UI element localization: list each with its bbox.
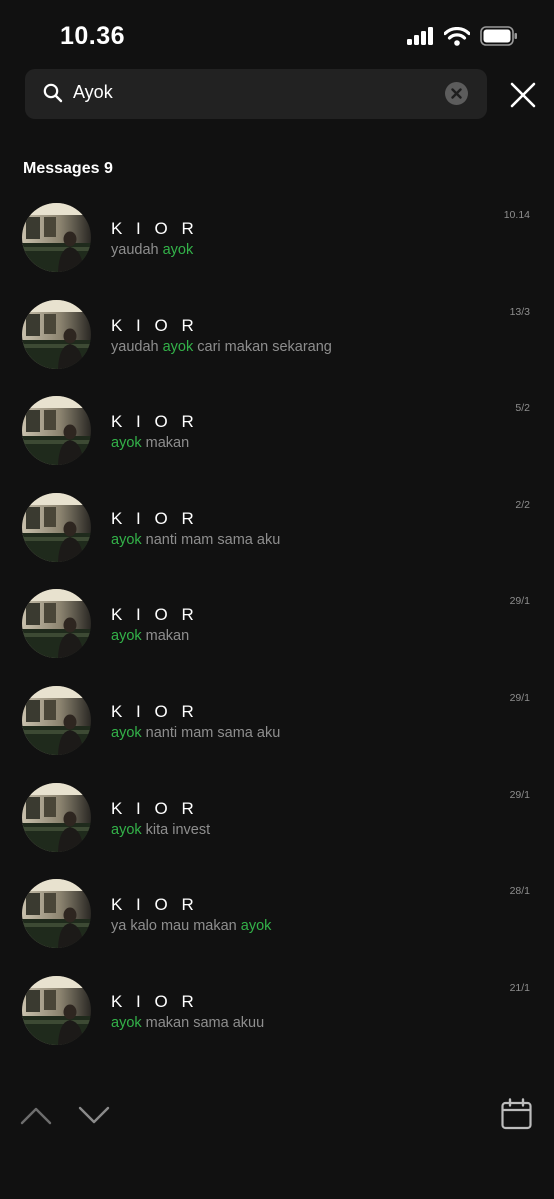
message-preview: ya kalo mau makan ayok — [111, 918, 271, 934]
contact-name: K I O R — [111, 315, 199, 335]
avatar — [22, 782, 91, 852]
preview-text: makan sama akuu — [141, 1014, 265, 1031]
calendar-icon — [500, 1098, 533, 1135]
avatar — [22, 589, 91, 659]
contact-name: K I O R — [111, 991, 199, 1011]
message-date: 13/3 — [509, 305, 530, 318]
contact-name: K I O R — [111, 508, 199, 528]
avatar — [22, 879, 91, 949]
previous-result-button[interactable] — [20, 1104, 52, 1126]
message-date: 29/1 — [509, 788, 530, 801]
message-date: 29/1 — [509, 692, 530, 704]
status-icons — [407, 26, 518, 51]
clear-search-button[interactable] — [445, 82, 468, 105]
avatar — [22, 975, 91, 1045]
message-result-item[interactable]: K I O R ya kalo mau makan ayok 28/1 — [0, 879, 554, 975]
preview-text: nanti mam sama aku — [141, 725, 281, 741]
avatar — [22, 396, 91, 466]
preview-text: makan — [141, 435, 190, 452]
message-date: 28/1 — [509, 885, 530, 898]
message-result-item[interactable]: K I O R ayok makan 5/2 — [0, 396, 554, 492]
preview-text: ya kalo mau makan — [111, 918, 241, 935]
message-date: 10.14 — [503, 209, 530, 221]
message-result-item[interactable]: K I O R ayok nanti mam sama aku 29/1 — [0, 686, 554, 782]
search-match-highlight: ayok — [240, 918, 272, 935]
preview-text: yaudah — [111, 242, 163, 258]
message-result-item[interactable]: K I O R ayok makan sama akuu 21/1 — [0, 975, 554, 1072]
avatar — [22, 299, 91, 369]
contact-name: K I O R — [111, 798, 199, 818]
contact-name: K I O R — [111, 702, 199, 721]
section-title: Messages 9 — [23, 160, 113, 177]
message-date: 21/1 — [509, 981, 530, 994]
message-result-item[interactable]: K I O R yaudah ayok 10.14 — [0, 203, 554, 299]
preview-text: kita invest — [141, 821, 211, 838]
message-preview: yaudah ayok — [111, 242, 193, 258]
avatar — [22, 203, 91, 272]
message-date: 5/2 — [515, 402, 530, 415]
battery-icon — [480, 26, 518, 51]
search-match-highlight: ayok — [162, 242, 194, 258]
status-bar: 10.36 — [0, 0, 554, 60]
status-time: 10.36 — [60, 22, 126, 50]
avatar — [22, 686, 91, 755]
cellular-signal-icon — [407, 27, 434, 50]
search-match-highlight: ayok — [111, 1014, 142, 1031]
jump-to-date-button[interactable] — [500, 1098, 533, 1131]
search-match-highlight: ayok — [162, 338, 194, 355]
message-result-item[interactable]: K I O R yaudah ayok cari makan sekarang 13… — [0, 299, 554, 396]
contact-name: K I O R — [111, 605, 199, 625]
message-result-item[interactable]: K I O R ayok nanti mam sama aku 2/2 — [0, 492, 554, 589]
message-preview: ayok makan — [111, 628, 189, 644]
message-result-item[interactable]: K I O R ayok kita invest 29/1 — [0, 782, 554, 879]
message-preview: ayok makan — [111, 435, 189, 451]
close-icon — [509, 82, 537, 113]
search-match-highlight: ayok — [111, 435, 142, 452]
chevron-down-icon — [78, 1106, 110, 1130]
preview-text: nanti mam sama aku — [141, 531, 281, 548]
chevron-up-icon — [20, 1107, 52, 1130]
message-date: 2/2 — [515, 498, 530, 511]
search-match-highlight: ayok — [111, 821, 142, 838]
message-preview: ayok kita invest — [111, 822, 210, 838]
wifi-icon — [443, 26, 471, 51]
message-preview: ayok nanti mam sama aku — [111, 532, 280, 548]
message-result-item[interactable]: K I O R ayok makan 29/1 — [0, 589, 554, 685]
message-date: 29/1 — [509, 595, 530, 608]
close-search-button[interactable] — [509, 81, 537, 109]
contact-name: K I O R — [111, 895, 199, 915]
search-input[interactable]: Ayok — [73, 82, 113, 103]
preview-text: cari makan sekarang — [193, 338, 332, 355]
contact-name: K I O R — [111, 412, 199, 432]
message-preview: yaudah ayok cari makan sekarang — [111, 339, 332, 355]
search-match-highlight: ayok — [111, 628, 142, 645]
search-bar[interactable]: Ayok — [25, 69, 487, 119]
search-messages-screen: 10.36 Ayok Messages 9 K I O R yaudah ayo… — [0, 0, 554, 1199]
preview-text: yaudah — [111, 338, 163, 355]
contact-name: K I O R — [111, 219, 199, 238]
preview-text: makan — [141, 628, 190, 645]
search-match-highlight: ayok — [111, 531, 142, 548]
avatar — [22, 492, 91, 562]
message-preview: ayok nanti mam sama aku — [111, 725, 280, 741]
search-match-highlight: ayok — [111, 725, 142, 741]
search-icon — [43, 83, 63, 108]
next-result-button[interactable] — [78, 1104, 110, 1126]
message-preview: ayok makan sama akuu — [111, 1015, 264, 1031]
